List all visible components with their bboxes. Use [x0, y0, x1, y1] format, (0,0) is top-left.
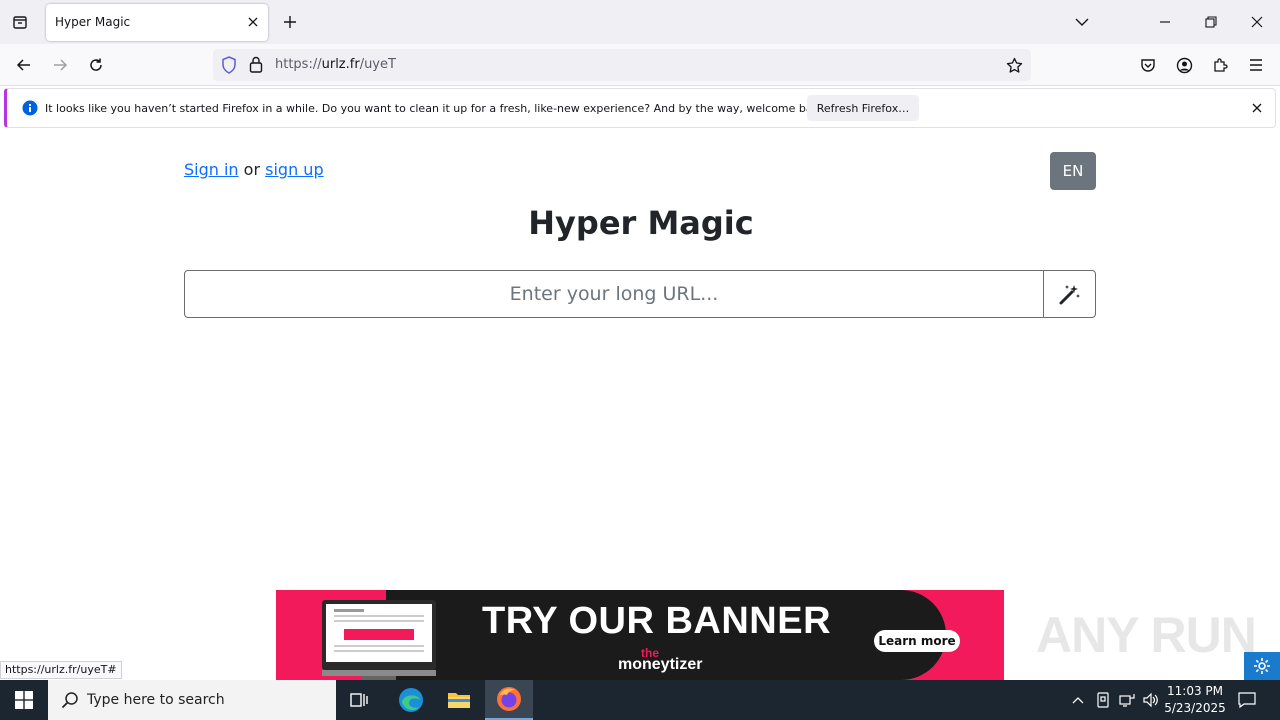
- extensions-icon[interactable]: [1207, 52, 1233, 78]
- volume-icon[interactable]: [1141, 690, 1161, 710]
- reload-icon[interactable]: [83, 52, 109, 78]
- shield-icon[interactable]: [221, 56, 237, 78]
- firefox-icon[interactable]: [485, 680, 533, 720]
- account-icon[interactable]: [1171, 52, 1197, 78]
- notifications-icon[interactable]: [1237, 690, 1257, 710]
- hamburger-menu-icon[interactable]: [1243, 52, 1269, 78]
- magic-wand-icon[interactable]: [1043, 271, 1095, 317]
- banner-brand-logo: moneytizer: [618, 656, 703, 673]
- tab-strip: Hyper Magic: [0, 0, 1280, 44]
- new-tab-icon[interactable]: [280, 12, 300, 32]
- url-domain: urlz.fr: [321, 57, 360, 72]
- taskbar-search-placeholder: Type here to search: [87, 692, 225, 708]
- chevron-up-icon[interactable]: [1068, 690, 1088, 710]
- clock-time: 11:03 PM: [1167, 684, 1223, 698]
- notification-message: It looks like you haven’t started Firefo…: [45, 102, 830, 115]
- clock-date: 5/23/2025: [1164, 701, 1226, 715]
- lock-icon[interactable]: [249, 56, 263, 77]
- bookmark-star-icon[interactable]: [1006, 57, 1023, 78]
- task-view-icon[interactable]: [336, 680, 384, 720]
- close-notification-icon[interactable]: [1248, 99, 1266, 117]
- anyrun-watermark: ANY RUN: [1036, 607, 1257, 663]
- back-arrow-icon[interactable]: [11, 52, 37, 78]
- restore-icon[interactable]: [1195, 6, 1227, 38]
- forward-arrow-icon[interactable]: [47, 52, 73, 78]
- url-scheme: https://: [275, 57, 322, 72]
- auth-or-text: or: [243, 160, 261, 179]
- device-icon[interactable]: [1093, 690, 1113, 710]
- close-window-icon[interactable]: [1241, 6, 1273, 38]
- edge-icon[interactable]: [387, 680, 435, 720]
- status-link-preview: https://urlz.fr/uyeT#: [0, 661, 122, 679]
- page-title: Hyper Magic: [528, 204, 754, 242]
- shorten-url-form: [184, 270, 1096, 318]
- close-tab-icon[interactable]: [244, 13, 262, 31]
- search-icon: [61, 691, 79, 713]
- long-url-input[interactable]: [185, 271, 1043, 317]
- minimize-icon[interactable]: [1149, 6, 1181, 38]
- sign-in-link[interactable]: Sign in: [184, 160, 239, 179]
- pocket-icon[interactable]: [1135, 52, 1161, 78]
- windows-taskbar: Type here to search 11:03 PM 5/23/2025: [0, 680, 1280, 720]
- refresh-firefox-button[interactable]: Refresh Firefox…: [807, 95, 919, 121]
- ad-banner[interactable]: TRY OUR BANNER Learn more the moneytizer: [276, 590, 1004, 680]
- taskbar-clock[interactable]: 11:03 PM 5/23/2025: [1160, 683, 1230, 717]
- windows-start-icon[interactable]: [0, 680, 48, 720]
- firefox-view-icon[interactable]: [6, 8, 34, 36]
- taskbar-search-box[interactable]: Type here to search: [48, 680, 336, 720]
- monitor-illustration-icon: [322, 600, 436, 680]
- sign-up-link[interactable]: sign up: [265, 160, 323, 179]
- navigation-toolbar: https://urlz.fr/uyeT: [0, 44, 1280, 86]
- active-tab[interactable]: Hyper Magic: [46, 4, 268, 41]
- gear-icon[interactable]: [1244, 652, 1280, 680]
- auth-links: Sign in or sign up: [184, 160, 324, 179]
- banner-headline: TRY OUR BANNER: [482, 600, 832, 642]
- info-icon: [22, 100, 38, 120]
- chevron-down-icon[interactable]: [1072, 12, 1092, 32]
- address-bar[interactable]: https://urlz.fr/uyeT: [213, 49, 1031, 81]
- url-text[interactable]: https://urlz.fr/uyeT: [275, 57, 396, 72]
- notification-bar: It looks like you haven’t started Firefo…: [4, 88, 1276, 128]
- tab-title: Hyper Magic: [55, 15, 131, 29]
- network-icon[interactable]: [1117, 690, 1137, 710]
- file-explorer-icon[interactable]: [435, 680, 483, 720]
- language-button[interactable]: EN: [1050, 152, 1096, 190]
- url-path: /uyeT: [359, 57, 396, 72]
- learn-more-button[interactable]: Learn more: [874, 630, 960, 652]
